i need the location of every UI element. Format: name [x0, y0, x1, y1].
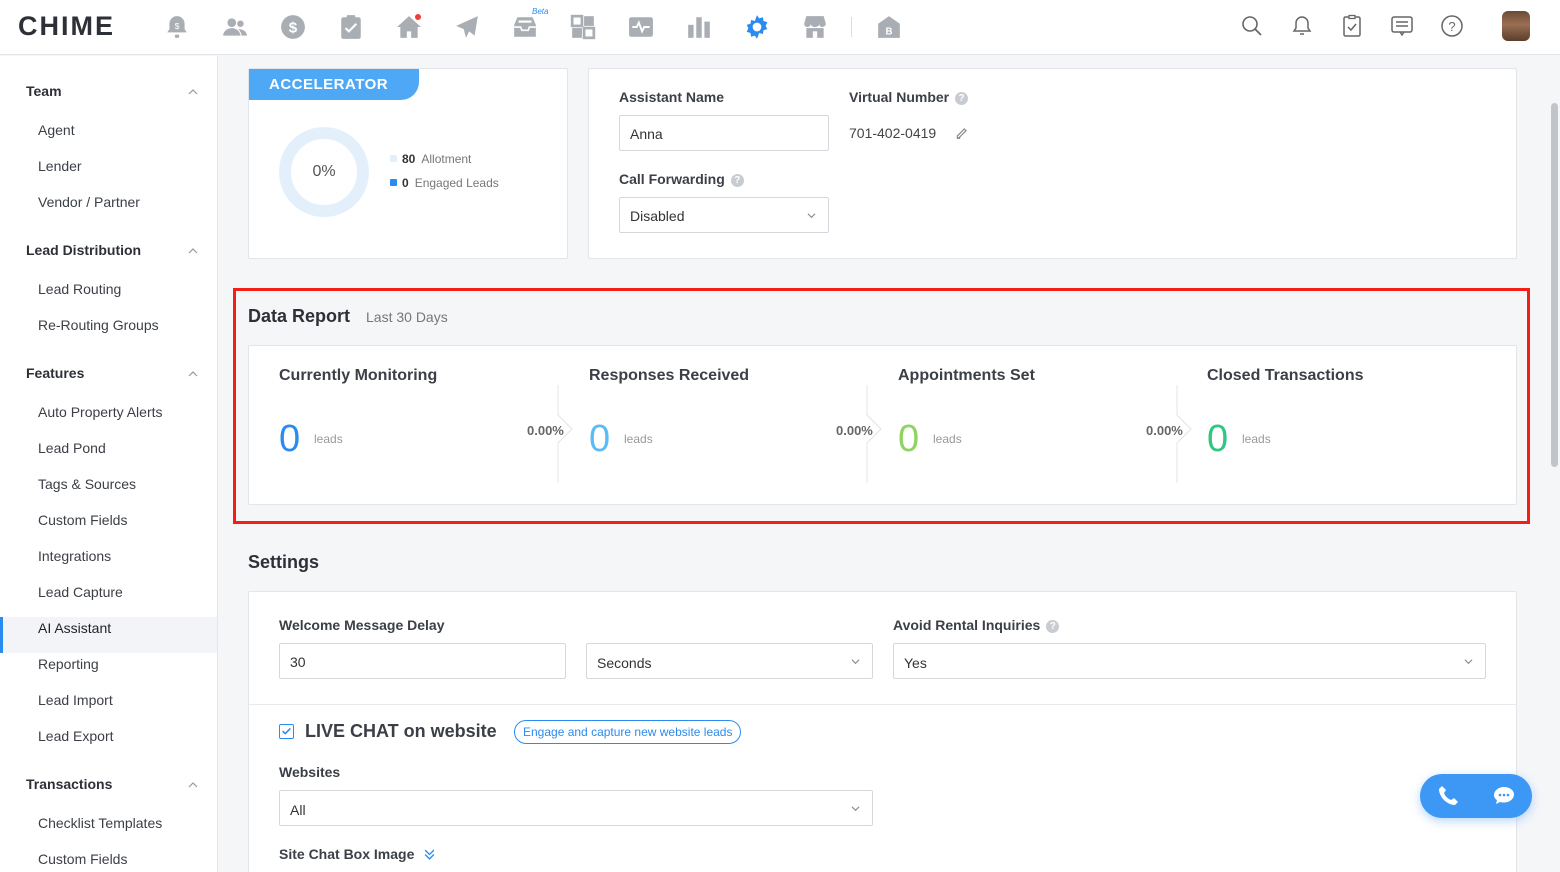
help-icon[interactable]: ? [1440, 14, 1464, 38]
clipboard-icon[interactable] [1340, 14, 1364, 38]
websites-select[interactable]: All [279, 790, 873, 826]
engaged-legend: 0 Engaged Leads [402, 176, 499, 190]
people-icon[interactable] [221, 13, 249, 41]
chevron-up-icon[interactable] [188, 369, 198, 379]
sidebar-item-lead-routing[interactable]: Lead Routing [38, 281, 121, 297]
sidebar-section-lead-distribution[interactable]: Lead Distribution [26, 242, 141, 258]
sidebar-item-tags-sources[interactable]: Tags & Sources [38, 476, 136, 492]
edit-icon[interactable] [955, 126, 969, 140]
notification-dot [415, 14, 421, 20]
section-divider [249, 704, 1516, 705]
live-chat-pill: Engage and capture new website leads [514, 720, 742, 744]
welcome-delay-label: Welcome Message Delay [279, 617, 445, 633]
call-forwarding-label: Call Forwarding? [619, 171, 744, 187]
svg-text:$: $ [289, 19, 298, 36]
chevron-up-icon[interactable] [188, 87, 198, 97]
chevron-down-icon [851, 806, 860, 812]
chevron-down-icon [807, 213, 816, 219]
svg-text:B: B [885, 27, 892, 38]
sidebar-section-transactions[interactable]: Transactions [26, 776, 112, 792]
highlight-box [233, 288, 1530, 524]
double-chevron-down-icon [424, 849, 435, 860]
sidebar-item-checklist-templates[interactable]: Checklist Templates [38, 815, 162, 831]
sidebar-item-vendor-partner[interactable]: Vendor / Partner [38, 194, 140, 210]
sidebar-item-lender[interactable]: Lender [38, 158, 82, 174]
allotment-percent: 0% [312, 163, 336, 180]
chime-logo[interactable]: CHIME [18, 11, 115, 42]
settings-sidebar: Team Agent Lender Vendor / Partner Lead Dist… [0, 56, 218, 872]
engaged-legend-swatch [390, 179, 397, 186]
chevron-up-icon[interactable] [188, 780, 198, 790]
search-icon[interactable] [1240, 14, 1264, 38]
nav-divider [851, 17, 852, 37]
sidebar-item-integrations[interactable]: Integrations [38, 548, 111, 564]
virtual-number-label: Virtual Number? [849, 89, 969, 105]
sidebar-item-re-routing-groups[interactable]: Re-Routing Groups [38, 317, 159, 333]
accelerator-tag: ACCELERATOR [249, 69, 419, 100]
avoid-rental-label: Avoid Rental Inquiries? [893, 617, 1060, 633]
live-chat-checkbox[interactable] [279, 724, 294, 739]
scrollbar-thumb[interactable] [1551, 103, 1558, 467]
phone-icon[interactable] [1436, 784, 1460, 808]
live-chat-title: LIVE CHAT on website [305, 721, 497, 741]
building-b-icon[interactable]: B [875, 13, 903, 41]
sidebar-section-team[interactable]: Team [26, 83, 62, 99]
allotment-legend: 80 Allotment [402, 152, 472, 166]
sidebar-item-lead-export[interactable]: Lead Export [38, 728, 114, 744]
message-icon[interactable] [1390, 14, 1414, 38]
send-icon[interactable] [453, 13, 481, 41]
bell-icon[interactable] [1290, 14, 1314, 38]
allotment-legend-swatch [390, 155, 397, 162]
pulse-icon[interactable] [627, 13, 655, 41]
sidebar-item-auto-property-alerts[interactable]: Auto Property Alerts [38, 404, 163, 420]
sidebar-item-reporting[interactable]: Reporting [38, 656, 99, 672]
gear-icon[interactable] [743, 13, 771, 41]
sidebar-item-ai-assistant[interactable]: AI Assistant [38, 620, 111, 636]
call-forwarding-select[interactable]: Disabled [619, 197, 829, 233]
sidebar-item-custom-fields[interactable]: Custom Fields [38, 512, 127, 528]
user-avatar[interactable] [1502, 11, 1530, 41]
bell-dollar-icon[interactable]: $ [163, 13, 191, 41]
websites-value: All [290, 802, 306, 818]
sidebar-item-lead-import[interactable]: Lead Import [38, 692, 113, 708]
virtual-number-value: 701-402-0419 [849, 125, 937, 141]
inbox-icon[interactable] [511, 13, 539, 41]
sidebar-item-custom-fields[interactable]: Custom Fields [38, 851, 127, 867]
call-forwarding-value: Disabled [630, 208, 685, 224]
assistant-name-input[interactable]: Anna [619, 115, 829, 151]
chevron-up-icon[interactable] [188, 246, 198, 256]
help-circle-icon[interactable]: ? [1046, 620, 1060, 633]
chat-bubble-icon[interactable] [1492, 784, 1516, 808]
delay-unit-value: Seconds [597, 655, 652, 671]
widgets-icon[interactable] [569, 13, 597, 41]
help-circle-icon[interactable]: ? [730, 174, 744, 187]
bar-chart-icon[interactable] [685, 13, 713, 41]
dollar-icon[interactable]: $ [279, 13, 307, 41]
avoid-rental-select[interactable]: Yes [893, 643, 1486, 679]
sidebar-item-lead-capture[interactable]: Lead Capture [38, 584, 123, 600]
sidebar-section-features[interactable]: Features [26, 365, 84, 381]
websites-label: Websites [279, 764, 341, 780]
avoid-rental-value: Yes [904, 655, 927, 671]
assistant-name-label: Assistant Name [619, 89, 725, 105]
contact-fab [1420, 774, 1532, 818]
sidebar-item-lead-pond[interactable]: Lead Pond [38, 440, 106, 456]
allotment-donut-chart: 0% [279, 127, 369, 217]
delay-unit-select[interactable]: Seconds [586, 643, 873, 679]
beta-badge: Beta [532, 7, 549, 16]
settings-title: Settings [248, 552, 320, 572]
chat-box-image-label[interactable]: Site Chat Box Image [279, 846, 435, 862]
chevron-down-icon [1464, 659, 1473, 665]
svg-text:$: $ [175, 21, 180, 31]
storefront-icon[interactable] [801, 13, 829, 41]
chevron-down-icon [851, 659, 860, 665]
clipboard-check-icon[interactable] [337, 13, 365, 41]
top-navigation-bar: CHIME $ $ Beta B ? [0, 0, 1560, 55]
welcome-delay-input[interactable]: 30 [279, 643, 566, 679]
checkmark-icon [282, 727, 291, 735]
svg-text:?: ? [1448, 19, 1455, 34]
help-circle-icon[interactable]: ? [955, 92, 969, 105]
sidebar-item-agent[interactable]: Agent [38, 122, 75, 138]
